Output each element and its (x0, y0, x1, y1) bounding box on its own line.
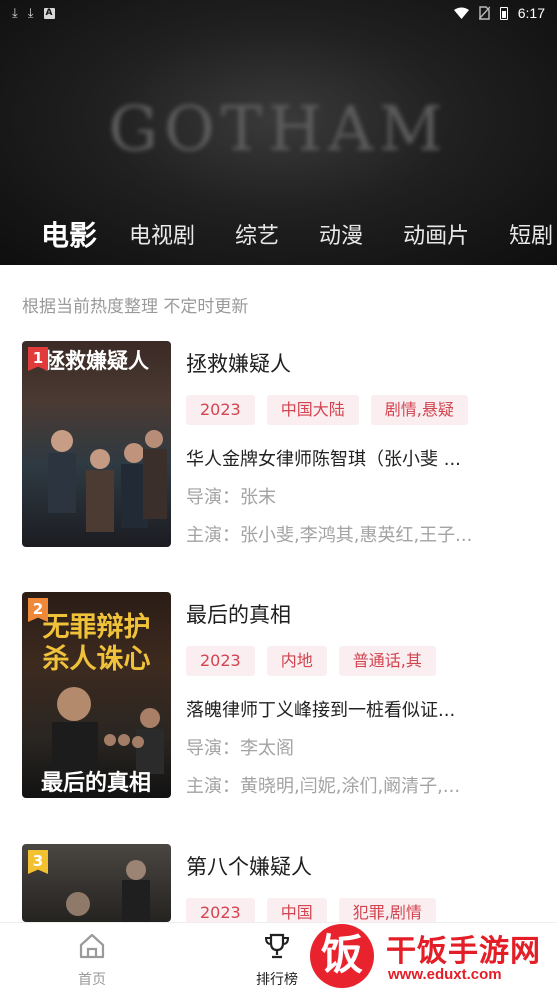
tab-anime[interactable]: 动漫 (319, 218, 363, 250)
item-cast: 主演：黄晓明,闫妮,涂们,阚清子,... (186, 776, 461, 797)
tag-region: 内地 (266, 646, 327, 676)
tag-genre: 剧情,悬疑 (370, 395, 468, 425)
tag-genre: 普通话,其 (338, 646, 436, 676)
status-bar: ⤓ ⤓ A 6:17 (0, 0, 557, 26)
item-info: 最后的真相 2023 内地 普通话,其 落魄律师丁义峰接到一桩看似证... 导演… (186, 592, 526, 800)
a-box-icon: A (43, 7, 55, 19)
tag-list: 2023 内地 普通话,其 (186, 646, 526, 676)
tab-variety[interactable]: 综艺 (235, 218, 279, 250)
list-item[interactable]: 无罪辩护 杀人诛心 最后的真相 2 最后的真相 2023 内地 普通话,其 落魄… (22, 592, 542, 798)
poster-figures (48, 430, 167, 532)
nav-ranking-label: 排行榜 (256, 972, 298, 988)
list-item[interactable]: 拯救嫌疑人 1 拯救嫌疑人 2023 中国大陆 剧情,悬疑 华人金牌女律师陈智琪… (22, 341, 542, 547)
nav-home-label: 首页 (78, 972, 106, 988)
ranking-subtitle: 根据当前热度整理 不定时更新 (22, 297, 249, 317)
battery-icon (499, 6, 508, 20)
wifi-icon (453, 7, 469, 19)
hero-background-title: GOTHAM (108, 92, 449, 165)
watermark-url: www.eduxt.com (388, 966, 502, 983)
item-description: 落魄律师丁义峰接到一桩看似证... (186, 700, 456, 721)
tag-year: 2023 (186, 395, 255, 425)
item-info: 第八个嫌疑人 2023 中国 犯罪,剧情 (186, 844, 526, 928)
poster-figures: 最后的真相 (41, 687, 164, 796)
home-icon (62, 931, 122, 963)
tab-tv-series[interactable]: 电视剧 (129, 218, 195, 250)
item-cast: 主演：张小斐,李鸿其,惠英红,王子... (186, 525, 473, 546)
nav-home[interactable]: 首页 (62, 931, 122, 989)
tag-year: 2023 (186, 646, 255, 676)
no-sim-icon (478, 6, 490, 20)
poster-image[interactable]: 无罪辩护 杀人诛心 最后的真相 2 (22, 592, 171, 798)
hero-banner: GOTHAM ⤓ ⤓ A 6:17 电影 电视剧 综艺 动漫 动画片 短剧 (0, 0, 557, 265)
watermark-logo: 饭 干饭手游网 www.eduxt.com (308, 922, 557, 995)
category-tabs: 电影 电视剧 综艺 动漫 动画片 短剧 (0, 212, 557, 256)
item-director: 导演：张末 (186, 487, 276, 508)
svg-text:最后的真相: 最后的真相 (41, 770, 151, 796)
item-title[interactable]: 拯救嫌疑人 (186, 349, 526, 379)
item-director: 导演：李太阁 (186, 738, 294, 759)
nav-ranking[interactable]: 排行榜 (247, 931, 307, 989)
tag-region: 中国大陆 (266, 395, 359, 425)
watermark-emblem: 饭 (310, 924, 374, 988)
tab-movie[interactable]: 电影 (41, 214, 97, 254)
watermark-name: 干饭手游网 (386, 934, 541, 969)
tab-short-drama[interactable]: 短剧 (509, 218, 553, 250)
item-title[interactable]: 第八个嫌疑人 (186, 852, 526, 882)
status-time: 6:17 (517, 5, 545, 21)
item-title[interactable]: 最后的真相 (186, 600, 526, 630)
tab-animation[interactable]: 动画片 (403, 218, 469, 250)
download-icon: ⤓ (12, 5, 18, 21)
poster-image[interactable]: 3 (22, 844, 171, 922)
item-description: 华人金牌女律师陈智琪（张小斐 ... (186, 449, 461, 470)
tag-list: 2023 中国大陆 剧情,悬疑 (186, 395, 526, 425)
item-info: 拯救嫌疑人 2023 中国大陆 剧情,悬疑 华人金牌女律师陈智琪（张小斐 ...… (186, 341, 526, 549)
trophy-icon (247, 931, 307, 963)
poster-image[interactable]: 拯救嫌疑人 1 (22, 341, 171, 547)
download-icon: ⤓ (27, 5, 34, 21)
